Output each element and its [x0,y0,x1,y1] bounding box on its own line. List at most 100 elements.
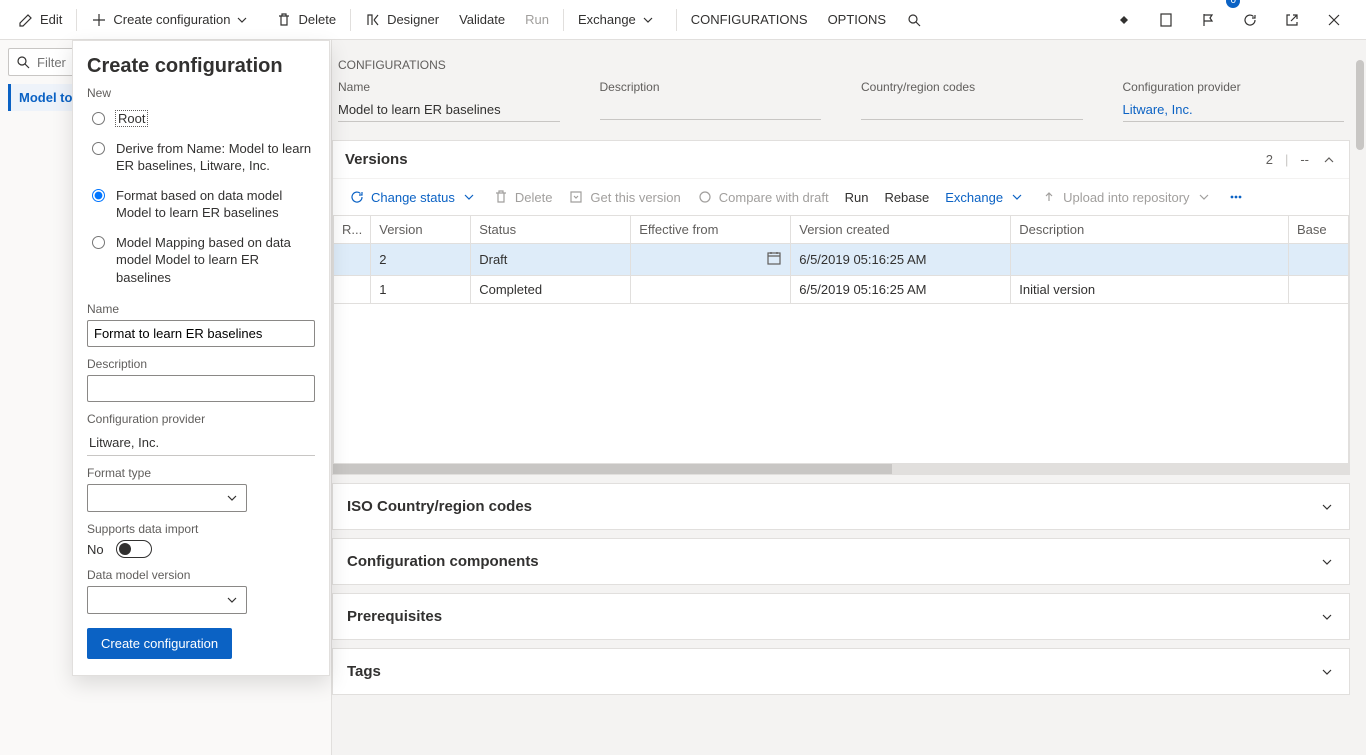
tags-section[interactable]: Tags [332,648,1350,695]
desc-input[interactable] [87,375,315,402]
calendar-icon [766,250,782,266]
table-cell[interactable]: Completed [471,276,631,304]
change-status-button[interactable]: Change status [343,185,483,209]
horizontal-scrollbar[interactable] [333,464,1349,474]
versions-actions: Change status Delete Get this version Co… [333,178,1349,215]
popout-button[interactable] [1274,0,1316,39]
office-button[interactable] [1148,0,1190,39]
radio-mapping-input[interactable] [92,236,105,249]
col-r[interactable]: R... [334,216,371,244]
more-actions-button[interactable] [1222,185,1250,209]
header-provider-value[interactable]: Litware, Inc. [1123,98,1345,122]
designer-button[interactable]: Designer [355,0,449,39]
notifications-button[interactable]: 0 [1190,0,1232,39]
compare-label: Compare with draft [719,190,829,205]
col-status[interactable]: Status [471,216,631,244]
col-base[interactable]: Base [1289,216,1349,244]
toolbar-sep [350,9,351,31]
delete-button[interactable]: Delete [266,0,346,39]
col-version[interactable]: Version [371,216,471,244]
app-toolbar: Edit Create configuration Delete Designe… [0,0,1366,40]
name-input[interactable] [87,320,315,347]
table-cell[interactable] [1289,244,1349,276]
run-label: Run [525,12,549,27]
table-cell[interactable] [1011,244,1289,276]
run-button[interactable]: Run [515,0,559,39]
table-cell[interactable]: 6/5/2019 05:16:25 AM [791,244,1011,276]
col-desc[interactable]: Description [1011,216,1289,244]
search-button[interactable] [896,0,938,39]
table-cell[interactable]: 2 [371,244,471,276]
create-config-button[interactable]: Create configuration [81,0,266,39]
table-row[interactable]: 1Completed 6/5/2019 05:16:25 AMInitial ve… [334,276,1349,304]
radio-root[interactable]: Root [87,104,315,134]
exchange-button[interactable]: Exchange [568,0,672,39]
format-type-select[interactable] [87,484,247,512]
table-cell[interactable] [631,276,791,304]
refresh-icon [1242,12,1258,28]
chevron-down-icon [1319,609,1335,625]
trash-icon [276,12,292,28]
edit-button[interactable]: Edit [8,0,72,39]
version-exchange-button[interactable]: Exchange [939,185,1031,209]
edit-label: Edit [40,12,62,27]
supports-import-toggle[interactable] [116,540,152,558]
radio-mapping-label: Model Mapping based on data model Model … [116,234,315,287]
new-label: New [87,86,315,100]
radio-format[interactable]: Format based on data model Model to lear… [87,181,315,228]
validate-button[interactable]: Validate [449,0,515,39]
table-cell[interactable] [1289,276,1349,304]
dmv-select[interactable] [87,586,247,614]
versions-header[interactable]: Versions 2 | -- [333,141,1349,178]
radio-mapping[interactable]: Model Mapping based on data model Model … [87,228,315,293]
prereq-section[interactable]: Prerequisites [332,593,1350,640]
col-effective[interactable]: Effective from [631,216,791,244]
table-cell[interactable]: 6/5/2019 05:16:25 AM [791,276,1011,304]
table-cell[interactable]: Initial version [1011,276,1289,304]
chevron-down-icon [1196,189,1212,205]
compare-button[interactable]: Compare with draft [691,185,835,209]
version-delete-button[interactable]: Delete [487,185,559,209]
radio-format-input[interactable] [92,189,105,202]
col-created[interactable]: Version created [791,216,1011,244]
chevron-down-icon [640,12,656,28]
popout-icon [1284,12,1300,28]
table-cell[interactable] [334,244,371,276]
configurations-label: CONFIGURATIONS [691,12,808,27]
radio-root-input[interactable] [92,112,105,125]
radio-derive[interactable]: Derive from Name: Model to learn ER base… [87,134,315,181]
search-icon [15,54,31,70]
format-type-label: Format type [87,466,315,480]
version-run-button[interactable]: Run [839,186,875,209]
diamond-icon [1116,12,1132,28]
radio-derive-label: Derive from Name: Model to learn ER base… [116,140,315,175]
chevron-up-icon[interactable] [1321,152,1337,168]
upload-button[interactable]: Upload into repository [1035,185,1217,209]
table-cell[interactable] [334,276,371,304]
rebase-button[interactable]: Rebase [878,186,935,209]
prereq-label: Prerequisites [347,608,442,625]
dev-tools-button[interactable] [1106,0,1148,39]
table-cell[interactable]: Draft [471,244,631,276]
options-tab[interactable]: OPTIONS [818,0,897,39]
table-cell[interactable]: 1 [371,276,471,304]
toolbar-sep [76,9,77,31]
configurations-tab[interactable]: CONFIGURATIONS [681,0,818,39]
close-button[interactable] [1316,0,1358,39]
versions-dash: -- [1300,152,1309,167]
vertical-scrollbar[interactable] [1354,40,1366,755]
refresh-button[interactable] [1232,0,1274,39]
name-label: Name [87,302,315,316]
search-icon [906,12,922,28]
radio-derive-input[interactable] [92,142,105,155]
components-section[interactable]: Configuration components [332,538,1350,585]
header-desc-label: Description [600,80,822,94]
versions-table: R... Version Status Effective from Versi… [333,215,1349,304]
create-config-submit[interactable]: Create configuration [87,628,232,659]
pencil-icon [18,12,34,28]
iso-section[interactable]: ISO Country/region codes [332,483,1350,530]
table-row[interactable]: 2Draft 6/5/2019 05:16:25 AM [334,244,1349,276]
radio-root-label: Root [116,111,147,126]
table-cell[interactable] [631,244,791,276]
get-version-button[interactable]: Get this version [562,185,686,209]
